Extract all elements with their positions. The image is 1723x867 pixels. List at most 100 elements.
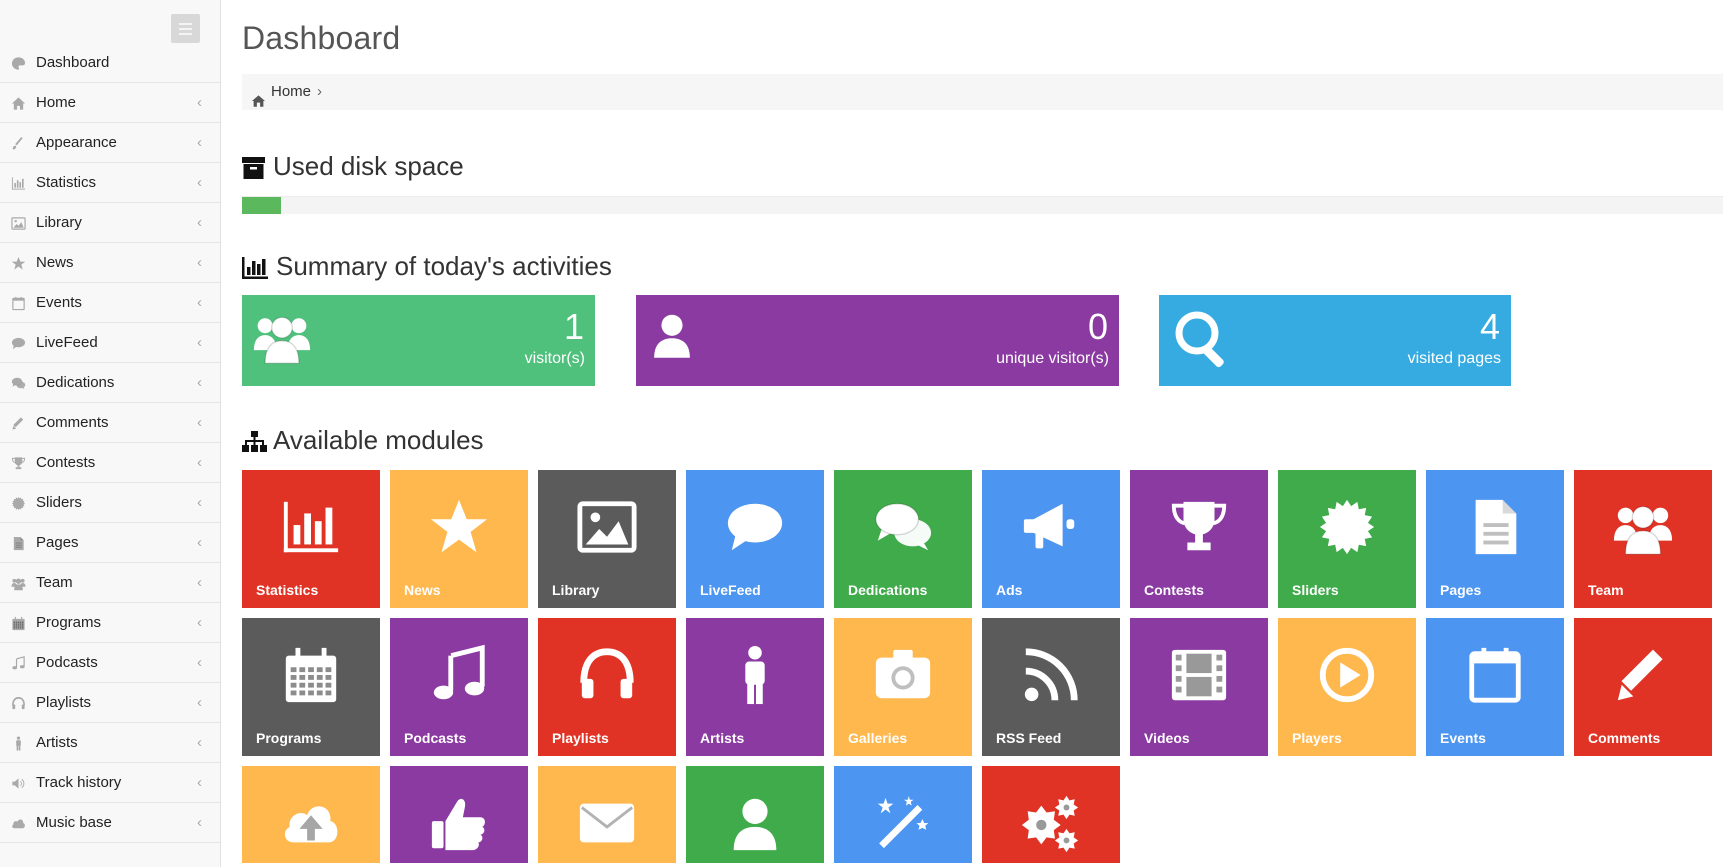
palette-icon [11,56,27,70]
person-icon [11,736,27,751]
module-tile-programs[interactable]: Programs [242,618,380,756]
sidebar-item-appearance[interactable]: Appearance ‹ [0,123,220,163]
home-icon [11,96,27,110]
sidebar-item-events[interactable]: Events ‹ [0,283,220,323]
module-tile-comments[interactable]: Comments [1574,618,1712,756]
module-tile-magic-wand[interactable] [834,766,972,863]
chevron-left-icon: ‹ [197,774,202,791]
module-tile-label: Statistics [256,582,319,598]
module-tile-artists[interactable]: Artists [686,618,824,756]
chevron-left-icon: ‹ [197,454,202,471]
summary-caption: unique visitor(s) [996,350,1109,367]
file-icon [1426,496,1564,563]
module-tile-contests[interactable]: Contests [1130,470,1268,608]
sidebar-item-dedications[interactable]: Dedications ‹ [0,363,220,403]
module-tile-dedications[interactable]: Dedications [834,470,972,608]
sidebar-item-label: Programs [36,614,102,631]
chevron-left-icon: ‹ [197,134,202,151]
sidebar-item-label: Library [36,214,82,231]
module-tile-gears[interactable] [982,766,1120,863]
sidebar-item-home[interactable]: Home ‹ [0,83,220,123]
sidebar-item-dashboard[interactable]: Dashboard [0,43,220,83]
module-tile-label: Players [1292,730,1342,746]
sidebar-item-track-history[interactable]: Track history ‹ [0,763,220,803]
summary-box-visited-pages: 4 visited pages [1159,295,1511,386]
module-tile-team[interactable]: Team [1574,470,1712,608]
sidebar-item-music-base[interactable]: Music base ‹ [0,803,220,843]
summary-value: 1 [563,306,584,347]
disk-usage-fill [242,197,281,214]
chevron-left-icon: ‹ [197,334,202,351]
summary-box-visitor-s: 1 visitor(s) [242,295,595,386]
summary-caption: visited pages [1407,350,1501,367]
sidebar-item-news[interactable]: News ‹ [0,243,220,283]
chevron-left-icon: ‹ [197,214,202,231]
sidebar-item-library[interactable]: Library ‹ [0,203,220,243]
sidebar-item-sliders[interactable]: Sliders ‹ [0,483,220,523]
module-tile-envelope[interactable] [538,766,676,863]
module-tile-pages[interactable]: Pages [1426,470,1564,608]
bar-chart-icon [242,254,268,286]
summary-box-unique-visitor-s: 0 unique visitor(s) [636,295,1119,386]
sidebar-item-label: Music base [36,814,112,831]
pencil-icon [1574,644,1712,711]
sidebar-item-label: Artists [36,734,78,751]
summary-caption: visitor(s) [524,350,585,367]
sidebar-item-comments[interactable]: Comments ‹ [0,403,220,443]
chevron-left-icon: ‹ [197,814,202,831]
star-icon [390,496,528,563]
sidebar-item-podcasts[interactable]: Podcasts ‹ [0,643,220,683]
sidebar-item-programs[interactable]: Programs ‹ [0,603,220,643]
chevron-left-icon: ‹ [197,494,202,511]
module-tile-playlists[interactable]: Playlists [538,618,676,756]
module-tile-livefeed[interactable]: LiveFeed [686,470,824,608]
sidebar-item-pages[interactable]: Pages ‹ [0,523,220,563]
module-tile-label: Comments [1588,730,1661,746]
module-tile-players[interactable]: Players [1278,618,1416,756]
module-tile-library[interactable]: Library [538,470,676,608]
module-tile-videos[interactable]: Videos [1130,618,1268,756]
sidebar-item-playlists[interactable]: Playlists ‹ [0,683,220,723]
bar-chart-icon [11,176,27,190]
module-tile-galleries[interactable]: Galleries [834,618,972,756]
image-icon [11,216,27,230]
module-tile-ads[interactable]: Ads [982,470,1120,608]
module-tile-rss-feed[interactable]: RSS Feed [982,618,1120,756]
sidebar-item-label: Podcasts [36,654,98,671]
menu-toggle-button[interactable] [171,14,200,43]
chevron-left-icon: ‹ [197,534,202,551]
module-tile-sliders[interactable]: Sliders [1278,470,1416,608]
breadcrumb-home-link[interactable]: Home [271,74,311,110]
sidebar-item-artists[interactable]: Artists ‹ [0,723,220,763]
film-icon [1130,644,1268,711]
disk-usage-bar [242,196,1723,214]
sidebar-item-label: Appearance [36,134,117,151]
sidebar-item-contests[interactable]: Contests ‹ [0,443,220,483]
bar-chart-icon [242,496,380,563]
module-tile-thumbs-up[interactable] [390,766,528,863]
users-icon [252,307,312,372]
chevron-left-icon: ‹ [197,174,202,191]
pencil-icon [11,416,27,430]
sidebar-item-livefeed[interactable]: LiveFeed ‹ [0,323,220,363]
cloud-upload-icon [242,792,380,859]
magic-wand-icon [834,792,972,859]
user-icon [686,792,824,859]
module-tile-user[interactable] [686,766,824,863]
play-circle-icon [1278,644,1416,711]
chevron-left-icon: ‹ [197,254,202,271]
trophy-icon [1130,496,1268,563]
sidebar-item-label: Dashboard [36,54,110,71]
module-tile-label: Artists [700,730,745,746]
module-tile-events[interactable]: Events [1426,618,1564,756]
module-tile-podcasts[interactable]: Podcasts [390,618,528,756]
users-icon [11,576,27,591]
module-tile-statistics[interactable]: Statistics [242,470,380,608]
module-tile-news[interactable]: News [390,470,528,608]
sidebar-item-statistics[interactable]: Statistics ‹ [0,163,220,203]
megaphone-icon [982,496,1120,563]
summary-value: 0 [1087,306,1108,347]
module-tile-cloud-upload[interactable] [242,766,380,863]
sidebar-item-label: Playlists [36,694,92,711]
sidebar-item-team[interactable]: Team ‹ [0,563,220,603]
